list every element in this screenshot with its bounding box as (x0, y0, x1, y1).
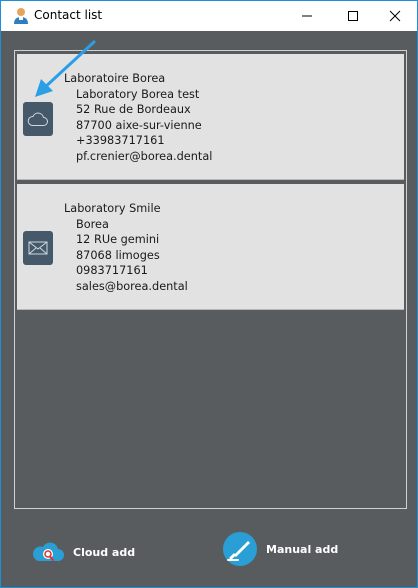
contact-street: 12 RUe gemini (76, 233, 160, 247)
minimize-button[interactable] (285, 1, 329, 31)
close-button[interactable] (373, 1, 417, 31)
contact-street: 52 Rue de Bordeaux (76, 103, 191, 117)
envelope-icon (28, 241, 48, 255)
manual-add-button[interactable]: Manual add (222, 531, 338, 567)
cloud-search-icon (33, 542, 64, 561)
cloud-contact-badge[interactable] (23, 102, 53, 136)
cloud-add-label: Cloud add (73, 545, 136, 559)
contact-company: Laboratory Borea test (76, 87, 200, 101)
contact-city: 87068 limoges (76, 248, 160, 262)
contact-city: 87700 aixe-sur-vienne (76, 118, 202, 132)
close-icon (389, 10, 401, 22)
contact-details: Laboratoire Borea Laboratory Borea test … (64, 71, 212, 165)
contact-card[interactable]: Laboratory Smile Borea 12 RUe gemini 870… (17, 184, 404, 310)
contact-email: sales@borea.dental (76, 279, 188, 293)
contact-card[interactable]: Laboratoire Borea Laboratory Borea test … (17, 54, 404, 180)
pencil-add-icon (223, 532, 257, 566)
user-icon (14, 8, 28, 24)
manual-add-label: Manual add (266, 542, 339, 556)
contact-details: Laboratory Smile Borea 12 RUe gemini 870… (64, 201, 188, 295)
window-title: Contact list (34, 8, 103, 22)
title-bar[interactable]: Contact list (1, 1, 417, 31)
contact-company: Borea (76, 217, 109, 231)
cloud-icon (27, 112, 48, 126)
maximize-button[interactable] (331, 1, 375, 31)
contact-email: pf.crenier@borea.dental (76, 149, 213, 163)
contact-name: Laboratory Smile (64, 202, 161, 215)
email-contact-badge[interactable] (23, 231, 53, 265)
contact-list-window: Contact list Laboratoire Borea Laborator… (0, 0, 418, 588)
cloud-add-button[interactable]: Cloud add (31, 534, 135, 570)
contact-list[interactable]: Laboratoire Borea Laboratory Borea test … (14, 50, 407, 509)
minimize-icon (302, 15, 312, 17)
contact-phone: +33983717161 (76, 134, 165, 148)
contact-name: Laboratoire Borea (64, 72, 166, 85)
contact-phone: 0983717161 (76, 264, 148, 278)
maximize-icon (348, 11, 358, 21)
